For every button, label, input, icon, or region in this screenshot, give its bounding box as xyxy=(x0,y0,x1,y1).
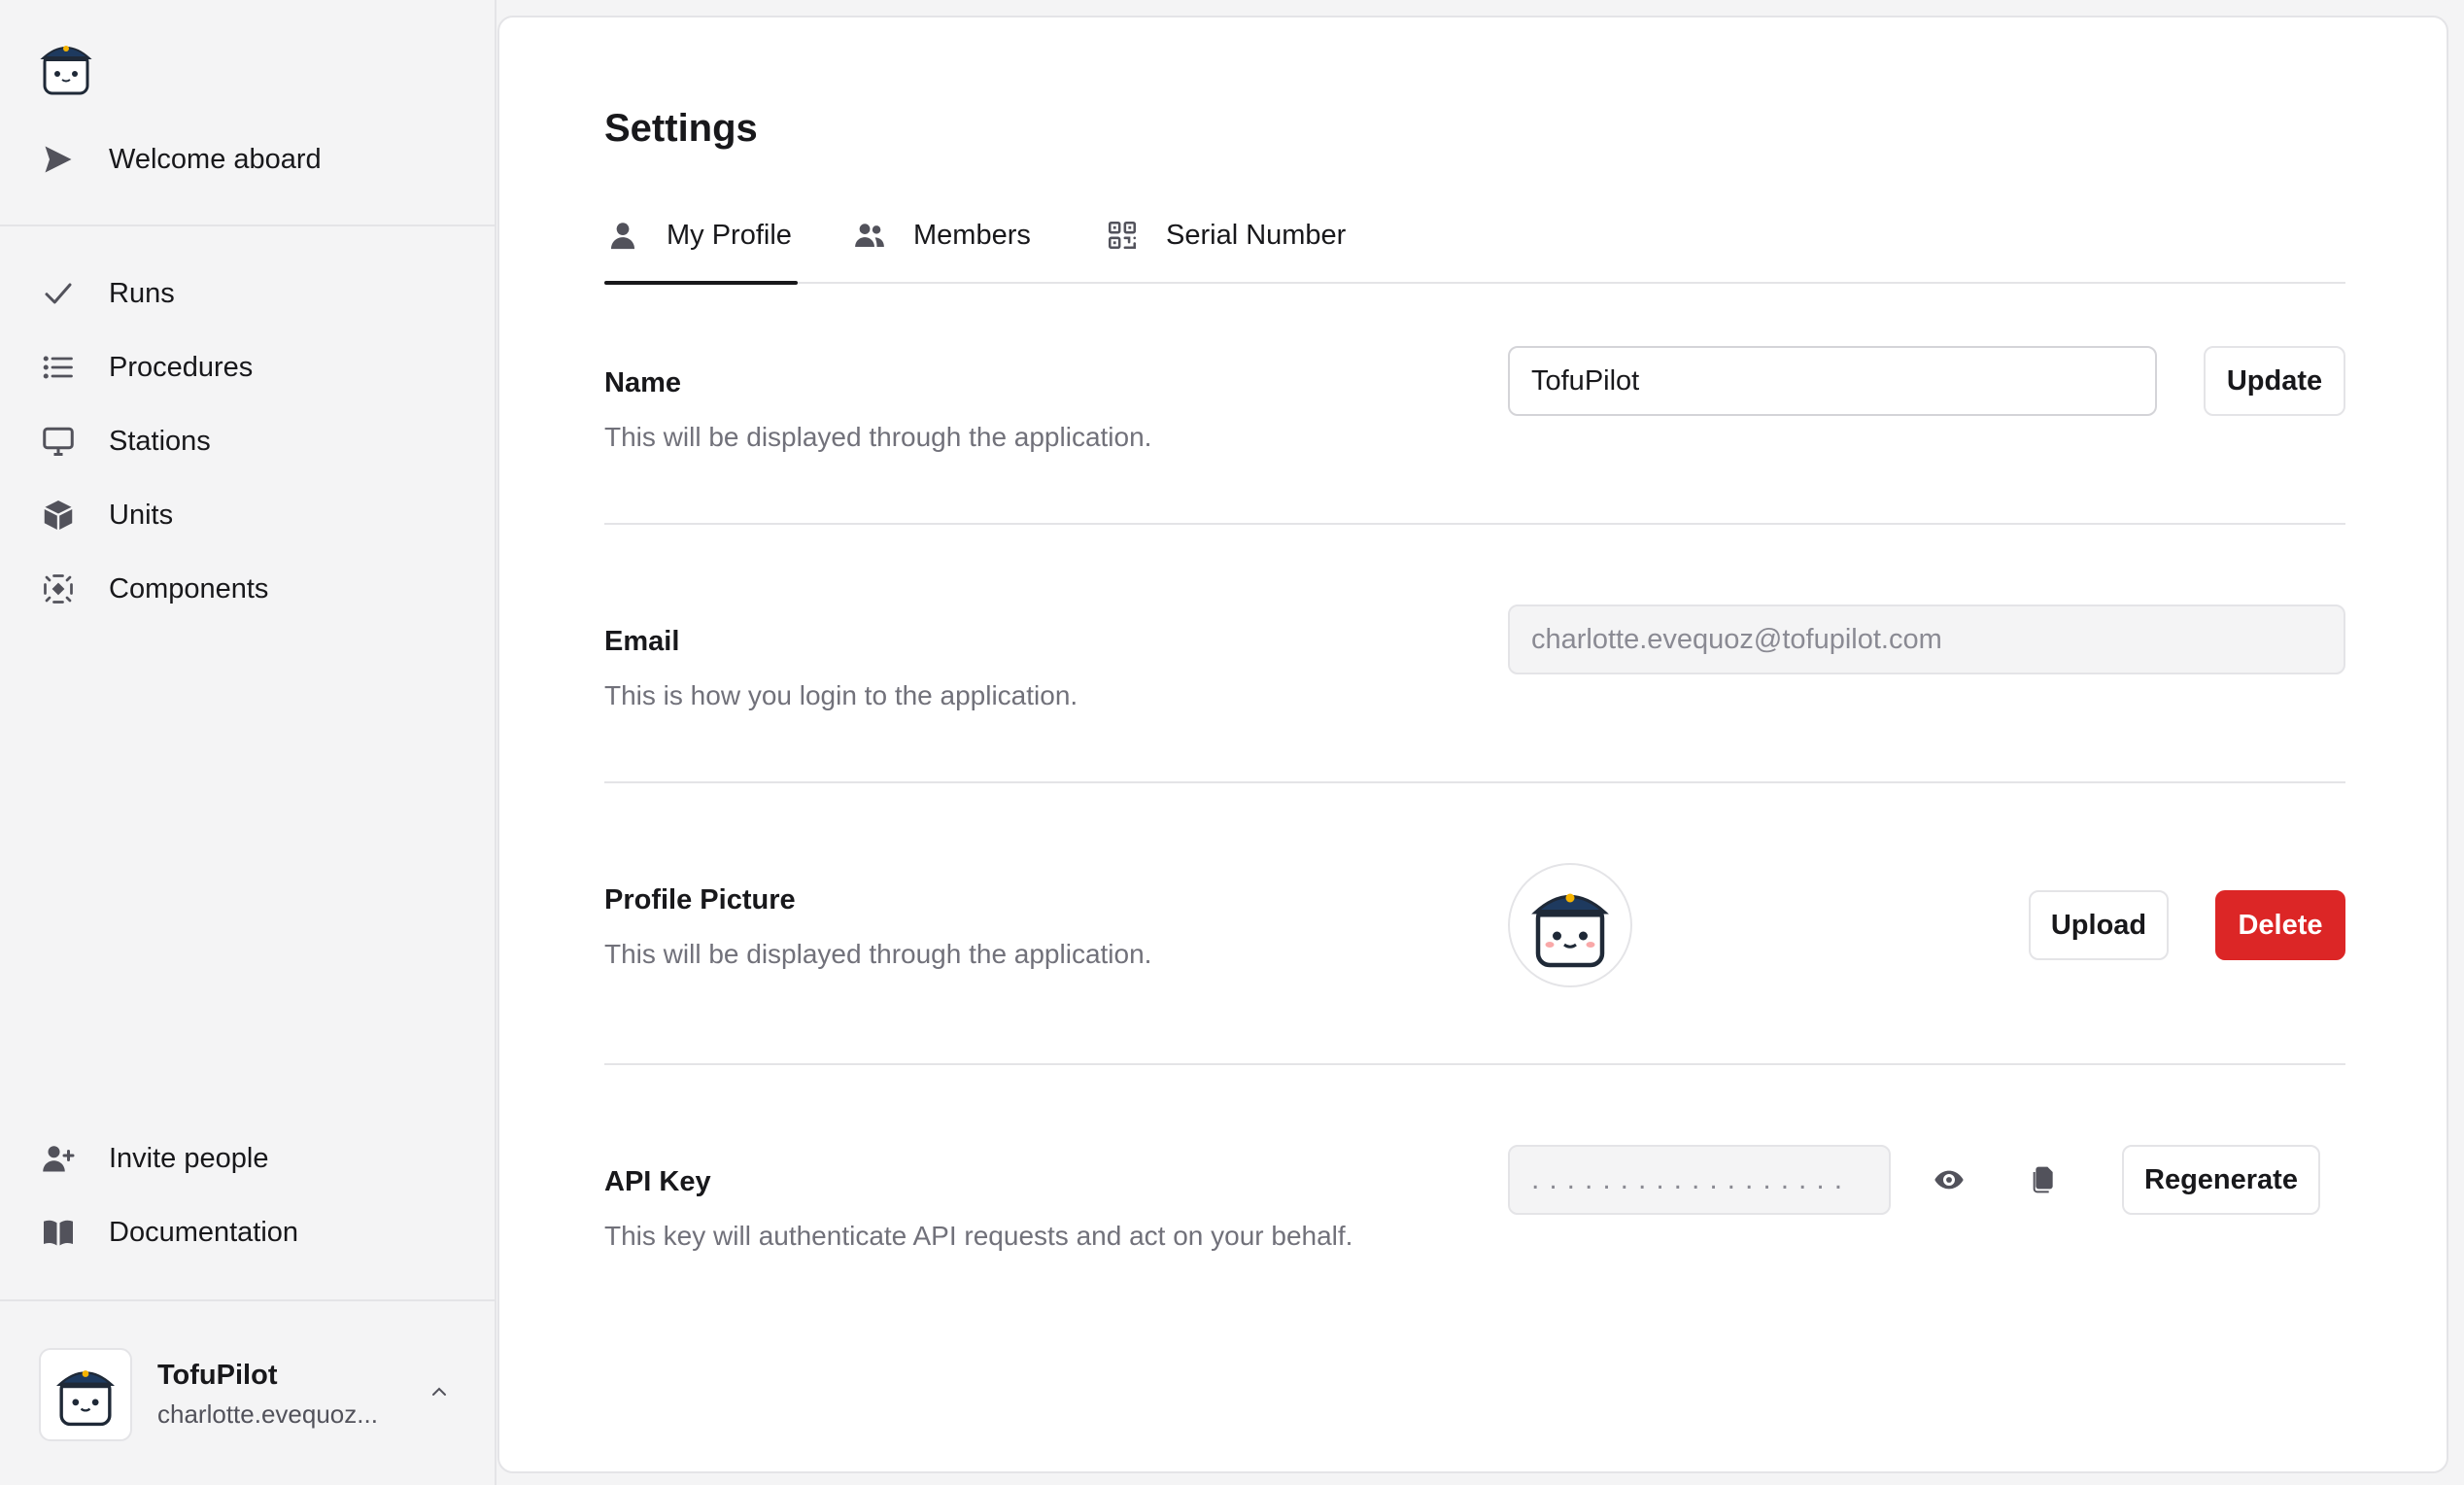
name-label: Name xyxy=(604,367,681,398)
account-meta: TofuPilot charlotte.evequoz... xyxy=(157,1360,400,1430)
sidebar-item-label: Runs xyxy=(109,277,175,309)
profile-picture-description: This will be displayed through the appli… xyxy=(604,939,1152,969)
account-name: TofuPilot xyxy=(157,1360,278,1391)
monitor-icon xyxy=(39,422,78,461)
delete-button[interactable]: Delete xyxy=(2215,890,2345,960)
tab-label: Serial Number xyxy=(1166,219,1347,251)
api-key-description: This key will authenticate API requests … xyxy=(604,1221,1353,1251)
regenerate-button[interactable]: Regenerate xyxy=(2122,1145,2320,1215)
page-title: Settings xyxy=(604,107,758,150)
send-icon xyxy=(39,140,78,179)
eye-icon[interactable] xyxy=(1920,1151,1978,1209)
update-button[interactable]: Update xyxy=(2204,346,2345,416)
email-label: Email xyxy=(604,626,680,657)
section-divider xyxy=(604,1063,2345,1065)
sidebar-item-units[interactable]: Units xyxy=(39,486,173,544)
tab-my-profile[interactable]: My Profile xyxy=(604,189,798,285)
component-icon xyxy=(39,570,78,608)
sidebar-item-label: Invite people xyxy=(109,1142,269,1174)
chevron-up-icon[interactable] xyxy=(428,1380,451,1410)
account-switcher[interactable]: TofuPilot charlotte.evequoz... xyxy=(39,1341,466,1448)
sidebar-item-label: Welcome aboard xyxy=(109,143,322,175)
copy-icon[interactable] xyxy=(2013,1151,2071,1209)
tab-label: My Profile xyxy=(667,219,792,251)
sidebar-item-label: Units xyxy=(109,499,174,531)
sidebar-divider xyxy=(0,1299,496,1301)
avatar xyxy=(39,1348,132,1441)
section-divider xyxy=(604,781,2345,783)
tab-serial-number[interactable]: Serial Number xyxy=(1104,189,1346,282)
tofupilot-logo[interactable] xyxy=(39,37,93,97)
api-key-label: API Key xyxy=(604,1166,711,1197)
check-icon xyxy=(39,274,78,313)
api-key-section: API Key This key will authenticate API r… xyxy=(604,1162,2345,1260)
sidebar-item-runs[interactable]: Runs xyxy=(39,264,175,323)
sidebar-item-label: Procedures xyxy=(109,351,254,383)
sidebar-item-label: Stations xyxy=(109,425,211,457)
sidebar-item-label: Documentation xyxy=(109,1216,299,1248)
qr-code-icon xyxy=(1104,217,1141,254)
users-icon xyxy=(851,217,888,254)
sidebar-divider xyxy=(0,224,496,226)
app: Welcome aboard Runs Procedures Stations xyxy=(0,0,2464,1485)
book-icon xyxy=(39,1213,78,1252)
section-divider xyxy=(604,523,2345,525)
tab-members[interactable]: Members xyxy=(851,189,1031,282)
account-email: charlotte.evequoz... xyxy=(157,1399,378,1429)
email-field: charlotte.evequoz@tofupilot.com xyxy=(1508,604,2345,674)
sidebar-item-invite-people[interactable]: Invite people xyxy=(39,1129,268,1188)
name-description: This will be displayed through the appli… xyxy=(604,422,1152,452)
api-key-field[interactable]: .................. xyxy=(1508,1145,1891,1215)
sidebar: Welcome aboard Runs Procedures Stations xyxy=(0,0,496,1485)
sidebar-item-stations[interactable]: Stations xyxy=(39,412,211,470)
api-key-masked-value: .................. xyxy=(1531,1163,1853,1195)
upload-button[interactable]: Upload xyxy=(2029,890,2169,960)
name-input[interactable]: TofuPilot xyxy=(1508,346,2157,416)
sidebar-item-welcome[interactable]: Welcome aboard xyxy=(39,130,322,189)
user-plus-icon xyxy=(39,1139,78,1178)
settings-panel: Settings My Profile Members Serial Numbe… xyxy=(497,16,2448,1473)
user-icon xyxy=(604,217,641,254)
settings-tabs: My Profile Members Serial Number xyxy=(604,189,2345,285)
profile-picture-label: Profile Picture xyxy=(604,884,796,915)
sidebar-item-documentation[interactable]: Documentation xyxy=(39,1203,298,1261)
tab-label: Members xyxy=(913,219,1031,251)
profile-picture xyxy=(1508,863,1632,987)
sidebar-item-procedures[interactable]: Procedures xyxy=(39,338,253,397)
list-icon xyxy=(39,348,78,387)
box-icon xyxy=(39,496,78,535)
email-description: This is how you login to the application… xyxy=(604,680,1078,710)
sidebar-item-components[interactable]: Components xyxy=(39,560,268,618)
sidebar-item-label: Components xyxy=(109,572,269,604)
